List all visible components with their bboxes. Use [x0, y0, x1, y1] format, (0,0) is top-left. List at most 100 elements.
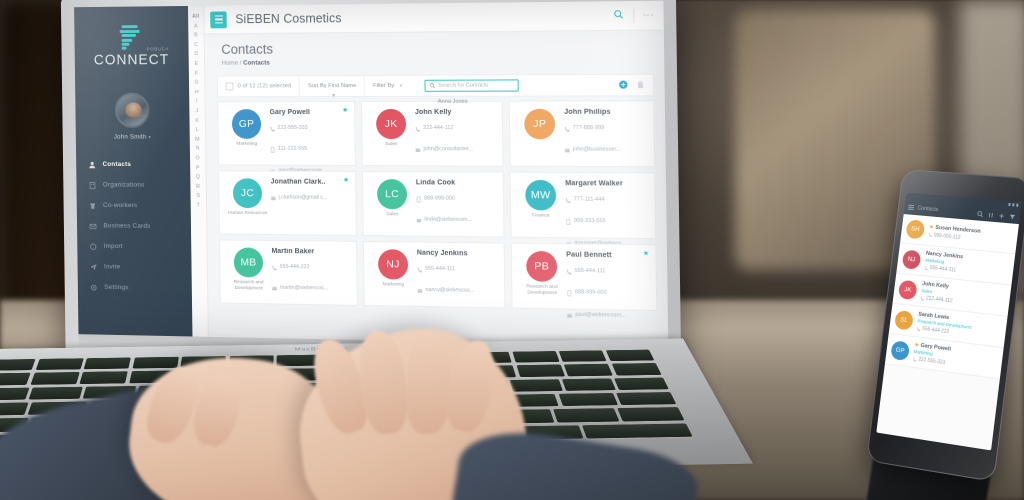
alpha-letter-m[interactable]: M [195, 136, 200, 145]
breadcrumb-home[interactable]: Home [221, 60, 238, 67]
alpha-letter-h[interactable]: H [195, 88, 199, 97]
phone-contact-info: Nancy Jenkins Marketing 555-444-111 [924, 251, 1010, 279]
menu-icon[interactable] [907, 204, 915, 210]
contact-card[interactable]: MW Finance Margaret Walker 777-111-444 999-3… [509, 171, 657, 247]
keyboard-key[interactable] [614, 377, 669, 391]
keyboard-key[interactable] [0, 358, 36, 371]
favorite-star-icon[interactable]: ★ [343, 177, 349, 184]
keyboard-key[interactable] [35, 358, 84, 371]
toolbar-actions [619, 76, 654, 95]
keyboard-key[interactable] [558, 392, 618, 407]
alpha-letter-k[interactable]: K [195, 117, 199, 126]
add-contact-icon[interactable] [619, 76, 629, 94]
divider [632, 8, 635, 23]
alpha-letter-d[interactable]: D [194, 51, 198, 60]
keyboard-key[interactable] [617, 407, 685, 422]
users-icon [89, 201, 97, 209]
building-icon [89, 181, 97, 189]
alpha-letter-i[interactable]: I [196, 98, 198, 107]
sidebar-item-invite[interactable]: Invite [77, 256, 191, 278]
alpha-letter-o[interactable]: O [196, 154, 200, 163]
alpha-letter-all[interactable]: All [192, 13, 199, 23]
contact-card[interactable]: MB Research and Development Martin Baker 55… [219, 239, 358, 306]
keyboard-key[interactable] [79, 371, 128, 384]
alpha-letter-e[interactable]: E [195, 60, 199, 69]
alpha-letter-b[interactable]: B [194, 32, 198, 41]
contact-card[interactable]: ★ JC Human Resources Jonathan Clark.. j.clar… [218, 170, 357, 236]
phone-contact-info: John Kelly Sales 222-444-112 [920, 281, 1006, 310]
search-contacts-field[interactable]: Search for Contacts [424, 79, 519, 92]
contact-info: Jonathan Clark.. j.clarkson@gmail.c... [269, 178, 350, 234]
keyboard-key[interactable] [30, 372, 80, 385]
contact-name: John Kelly [414, 108, 452, 116]
contact-card[interactable]: NJ Marketing Nancy Jenkins 555-444-111 nancy… [362, 240, 506, 309]
favorite-star-icon[interactable]: ★ [342, 107, 348, 114]
sort-by-cell[interactable]: Sort By First Name ▾ [300, 76, 364, 99]
add-icon[interactable] [997, 206, 1006, 225]
contact-name: Martin Baker [271, 247, 315, 256]
contact-detail-value: 555-444-111 [574, 268, 606, 275]
menu-toggle-icon[interactable] [210, 10, 227, 28]
keyboard-key[interactable] [564, 363, 614, 377]
sidebar-item-import[interactable]: Import [77, 236, 191, 258]
alpha-letter-f[interactable]: F [195, 69, 198, 78]
search-icon[interactable] [613, 6, 624, 25]
keyboard-key[interactable] [553, 408, 620, 423]
filter-by-label: Filter By ▾ [373, 83, 402, 89]
main-area: SiEBEN Cosmetics Contacts Home / Contact… [204, 0, 669, 347]
contact-detail-value: j.clarkson@gmail.c... [278, 194, 328, 201]
sidebar-item-settings[interactable]: Settings [78, 277, 192, 299]
keyboard-key[interactable] [605, 349, 655, 362]
keyboard-key[interactable] [0, 372, 31, 386]
contact-detail-line: 777-888-999 [564, 119, 647, 137]
alpha-letter-r[interactable]: R [196, 183, 200, 192]
user-profile[interactable]: John Smith ▾ [75, 83, 190, 153]
contact-detail-line: martin@siebencos... [272, 279, 351, 298]
contact-card[interactable]: LC Sales Linda Cook 888-999-000 linda@sieben… [361, 171, 505, 238]
keyboard-key[interactable] [582, 423, 693, 439]
contact-card[interactable]: JK Sales John Kelly 222-444-112 john@consult… [360, 100, 504, 167]
contact-card[interactable]: ★ GP Marketing Gary Powell 222-555-333 111-22… [217, 101, 356, 173]
sidebar-item-co-workers[interactable]: Co-workers [77, 195, 191, 216]
keyboard-key[interactable] [611, 363, 662, 376]
alpha-letter-j[interactable]: J [196, 107, 199, 116]
filter-by-cell[interactable]: Filter By ▾ [365, 76, 410, 96]
keyboard-key[interactable] [28, 386, 83, 400]
sidebar-item-organizations[interactable]: Organizations [76, 175, 190, 196]
sort-icon[interactable] [987, 205, 996, 224]
alpha-letter-c[interactable]: C [194, 41, 198, 50]
alpha-letter-t[interactable]: T [197, 202, 200, 211]
keyboard-key[interactable] [0, 402, 29, 417]
contact-card[interactable]: ★ PB Research and Development Paul Bennett 5… [510, 242, 658, 318]
alpha-letter-g[interactable]: G [195, 79, 199, 88]
more-options-icon[interactable] [643, 14, 654, 17]
search-icon[interactable] [976, 204, 985, 222]
select-all-cell: 0 of 12 (12) selected [218, 76, 299, 96]
favorite-star-icon[interactable]: ★ [643, 250, 650, 257]
contact-avatar-block: GP Marketing [225, 109, 268, 164]
alpha-letter-n[interactable]: N [196, 145, 200, 154]
alpha-letter-s[interactable]: S [196, 192, 200, 201]
app-logo[interactable]: POBUCA CONNECT [74, 6, 189, 83]
contact-card[interactable]: JP John Phillips 777-888-999 john@businesse… [508, 100, 656, 168]
keyboard-key[interactable] [562, 378, 616, 391]
sidebar-item-business-cards[interactable]: Business Cards [77, 215, 191, 237]
select-all-checkbox[interactable] [225, 82, 233, 91]
keyboard-key[interactable] [616, 392, 677, 406]
alpha-letter-p[interactable]: P [196, 164, 200, 173]
keyboard-key[interactable] [516, 364, 565, 377]
mobile-icon [567, 283, 572, 301]
keyboard-key[interactable] [132, 356, 179, 369]
alpha-letter-a[interactable]: A [194, 22, 198, 31]
filter-icon[interactable] [1008, 207, 1017, 226]
alpha-letter-l[interactable]: L [196, 126, 199, 135]
keyboard-key[interactable] [512, 351, 560, 363]
keyboard-key[interactable] [559, 350, 608, 363]
keyboard-key[interactable] [0, 387, 30, 401]
delete-icon[interactable] [636, 76, 645, 94]
keyboard-key[interactable] [509, 378, 563, 392]
search-icon [429, 83, 435, 89]
sidebar-item-contacts[interactable]: Contacts [76, 154, 190, 175]
alpha-letter-q[interactable]: Q [196, 173, 200, 182]
keyboard-key[interactable] [83, 357, 131, 370]
